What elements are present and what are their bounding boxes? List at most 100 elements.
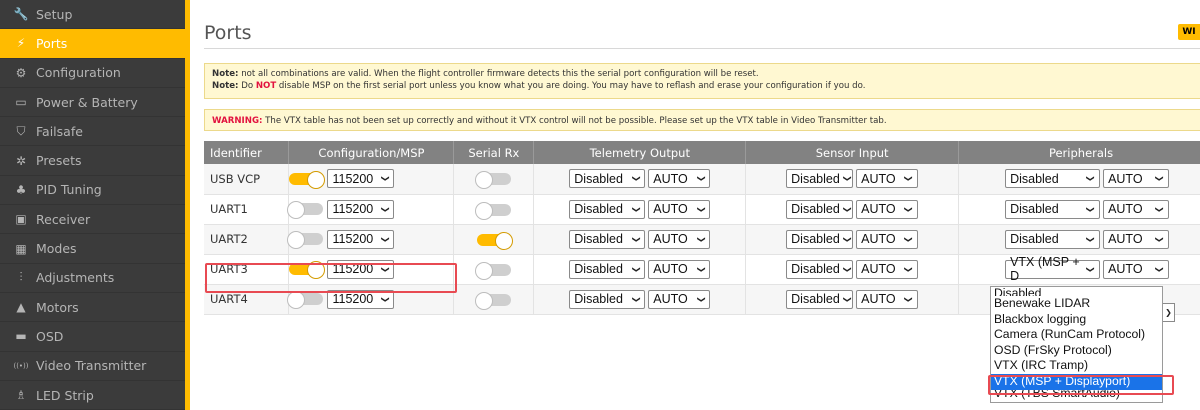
sidebar-item-pid-tuning[interactable]: ♣ PID Tuning: [0, 176, 185, 206]
wrench-icon: 🔧: [13, 7, 29, 22]
telemetry-baud-select[interactable]: AUTO ❯: [648, 289, 711, 309]
sensor-select[interactable]: Disabled ❯: [786, 289, 854, 309]
sensor-select[interactable]: Disabled ❯: [786, 199, 854, 219]
sensor-baud-select[interactable]: AUTO ❯: [856, 259, 919, 279]
sidebar-item-video-transmitter[interactable]: ((•)) Video Transmitter: [0, 352, 185, 381]
sensor-baud-select[interactable]: AUTO ❯: [856, 229, 919, 249]
sidebar-item-motors[interactable]: ▲ Motors: [0, 293, 185, 323]
sidebar-item-receiver[interactable]: ▣ Receiver: [0, 205, 185, 235]
peripherals-baud-select[interactable]: AUTO ❯: [1103, 199, 1170, 219]
serial-rx-toggle[interactable]: [476, 231, 513, 250]
select-value: 115200: [332, 292, 374, 306]
serial-rx-toggle[interactable]: [474, 291, 511, 310]
msp-baud-select[interactable]: 115200 ❯: [327, 169, 395, 189]
msp-toggle[interactable]: [287, 291, 324, 309]
sidebar-item-osd[interactable]: ▬ OSD: [0, 322, 185, 352]
sidebar-item-label: Failsafe: [36, 123, 83, 139]
dropdown-option[interactable]: VTX (TBS SmartAudio): [991, 390, 1162, 402]
sidebar-item-modes[interactable]: ▦ Modes: [0, 234, 185, 264]
telemetry-select[interactable]: Disabled ❯: [569, 259, 646, 279]
msp-toggle[interactable]: [289, 170, 326, 189]
telemetry-baud-select[interactable]: AUTO ❯: [648, 259, 711, 279]
msp-baud-select[interactable]: 115200 ❯: [327, 289, 395, 309]
header-action-button[interactable]: WI: [1178, 24, 1200, 40]
chevron-down-icon: ❯: [904, 235, 914, 243]
chevron-down-icon: ❯: [842, 295, 852, 303]
telemetry-select[interactable]: Disabled ❯: [569, 199, 646, 219]
sensor-select[interactable]: Disabled ❯: [786, 229, 854, 249]
sensor-baud-select[interactable]: AUTO ❯: [856, 169, 919, 189]
sidebar-item-led-strip[interactable]: ♗ LED Strip: [0, 381, 185, 410]
sidebar-item-ports[interactable]: ⚡ Ports: [0, 29, 185, 59]
sidebar-item-failsafe[interactable]: ⛉ Failsafe: [0, 117, 185, 147]
dropdown-option[interactable]: Blackbox logging: [991, 312, 1162, 328]
peripherals-baud-select[interactable]: AUTO ❯: [1103, 169, 1170, 189]
port-identifier: UART1: [204, 194, 290, 225]
chevron-down-icon: ❯: [842, 205, 852, 213]
sidebar-item-power-battery[interactable]: ▭ Power & Battery: [0, 88, 185, 118]
dropdown-option[interactable]: Disabled: [991, 287, 1162, 296]
telemetry-select[interactable]: Disabled ❯: [569, 229, 646, 249]
sensor-select[interactable]: Disabled ❯: [786, 259, 854, 279]
serial-rx-cell: [453, 284, 535, 315]
peripherals-dropdown-list[interactable]: Disabled Benewake LIDAR Blackbox logging Ca…: [990, 286, 1163, 403]
chevron-down-icon: ❯: [696, 175, 706, 183]
peripherals-select[interactable]: Disabled ❯: [1005, 169, 1101, 189]
dropdown-option[interactable]: OSD (FrSky Protocol): [991, 343, 1162, 359]
telemetry-baud-select[interactable]: AUTO ❯: [648, 199, 711, 219]
sidebar-item-label: Ports: [36, 35, 68, 51]
select-value: AUTO: [1108, 202, 1143, 216]
sensor-cell: Disabled ❯ AUTO ❯: [745, 224, 960, 255]
sidebar-item-configuration[interactable]: ⚙ Configuration: [0, 59, 185, 88]
uart4-peripheral-select-peek[interactable]: ❯: [1163, 303, 1175, 322]
select-value: Disabled: [1010, 171, 1059, 186]
sensor-baud-select[interactable]: AUTO ❯: [856, 199, 919, 219]
msp-toggle[interactable]: [287, 201, 324, 219]
msp-cell: 115200 ❯: [287, 194, 455, 225]
select-value: VTX (MSP + D: [1010, 255, 1080, 283]
sensor-select[interactable]: Disabled ❯: [786, 169, 854, 189]
peripherals-select[interactable]: Disabled ❯: [1005, 199, 1101, 219]
msp-baud-select[interactable]: 115200 ❯: [327, 259, 395, 279]
msp-baud-select[interactable]: 115200 ❯: [327, 229, 395, 249]
serial-rx-toggle[interactable]: [474, 171, 511, 190]
chevron-down-icon: ❯: [1155, 265, 1165, 273]
dropdown-option[interactable]: Benewake LIDAR: [991, 296, 1162, 312]
dropdown-option[interactable]: VTX (MSP + Displayport): [991, 373, 1162, 390]
telemetry-select[interactable]: Disabled ❯: [569, 169, 646, 189]
serial-rx-toggle[interactable]: [474, 201, 511, 220]
msp-baud-select[interactable]: 115200 ❯: [327, 199, 395, 219]
sidebar-item-presets[interactable]: ✲ Presets: [0, 146, 185, 176]
chevron-down-icon: ❯: [1155, 235, 1165, 243]
select-value: Disabled: [791, 232, 840, 246]
peripherals-baud-select[interactable]: AUTO ❯: [1103, 229, 1170, 249]
select-value: Disabled: [1010, 202, 1059, 216]
chevron-down-icon: ❯: [696, 295, 706, 303]
peripherals-select[interactable]: VTX (MSP + D ❯: [1005, 255, 1101, 283]
table-header-row: Identifier Configuration/MSP Serial Rx Tele…: [204, 141, 1200, 164]
column-header-configuration-msp: Configuration/MSP: [288, 141, 455, 164]
select-value: AUTO: [1108, 171, 1143, 186]
chevron-down-icon: ❯: [380, 175, 390, 183]
gear-icon: ⚙: [15, 65, 27, 80]
msp-toggle[interactable]: [287, 231, 324, 249]
msp-toggle[interactable]: [289, 261, 326, 279]
vtx-icon: ((•)): [13, 361, 29, 370]
sensor-baud-select[interactable]: AUTO ❯: [856, 289, 919, 309]
select-value: AUTO: [653, 171, 688, 186]
dropdown-option[interactable]: VTX (IRC Tramp): [991, 358, 1162, 374]
telemetry-baud-select[interactable]: AUTO ❯: [648, 229, 711, 249]
sidebar-item-adjustments[interactable]: ⫶ Adjustments: [0, 264, 185, 293]
select-value: Disabled: [791, 292, 840, 306]
telemetry-baud-select[interactable]: AUTO ❯: [648, 169, 711, 189]
receiver-icon: ▣: [15, 212, 27, 227]
serial-rx-toggle[interactable]: [474, 261, 511, 280]
chevron-down-icon: ❯: [631, 175, 641, 183]
peripherals-baud-select[interactable]: AUTO ❯: [1103, 259, 1170, 279]
peripherals-select[interactable]: Disabled ❯: [1005, 229, 1101, 249]
osd-icon: ▬: [15, 329, 27, 344]
dropdown-option[interactable]: Camera (RunCam Protocol): [991, 327, 1162, 343]
sidebar-item-setup[interactable]: 🔧 Setup: [0, 0, 185, 30]
telemetry-select[interactable]: Disabled ❯: [569, 289, 646, 309]
select-value: Disabled: [574, 202, 623, 216]
